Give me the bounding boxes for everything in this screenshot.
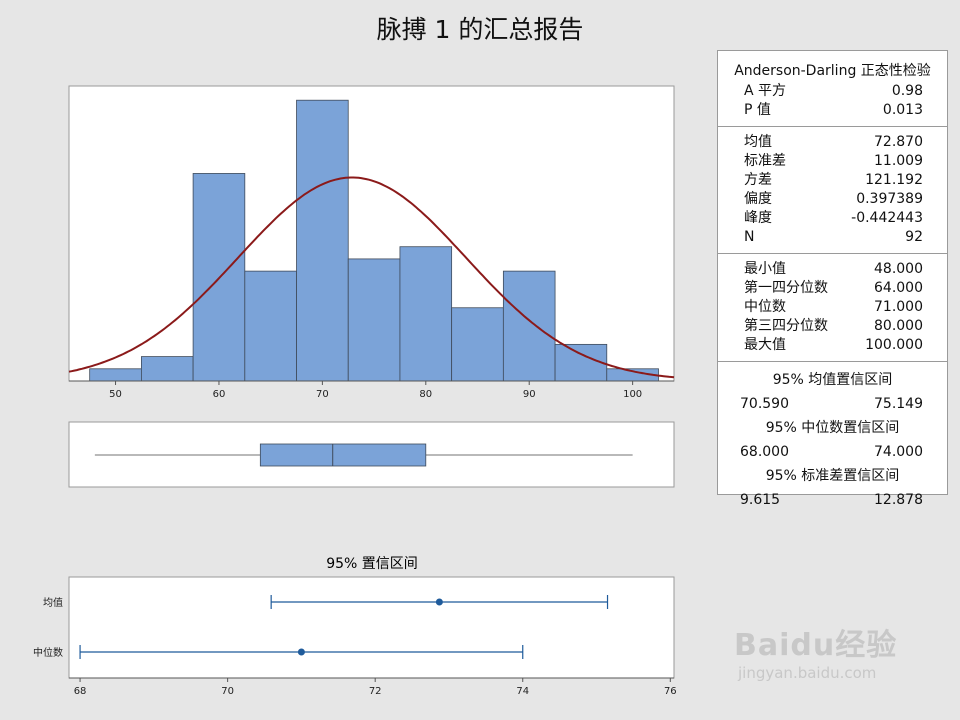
ci-median-title: 95% 中位数置信区间 bbox=[765, 420, 900, 436]
stat-row-median: 中位数 71.000 bbox=[718, 298, 947, 317]
x-tick-label: 90 bbox=[523, 389, 536, 400]
x-tick-label: 70 bbox=[221, 686, 234, 697]
x-tick-label: 70 bbox=[316, 389, 329, 400]
stat-value: 0.013 bbox=[882, 102, 923, 118]
stat-row-q3: 第三四分位数 80.000 bbox=[718, 317, 947, 336]
stat-value: 11.009 bbox=[874, 153, 923, 169]
x-tick-label: 76 bbox=[664, 686, 677, 697]
ci-lower: 68.000 bbox=[740, 444, 789, 460]
x-tick-label: 68 bbox=[74, 686, 87, 697]
stat-value: 64.000 bbox=[874, 280, 923, 296]
stat-row-q1: 第一四分位数 64.000 bbox=[718, 279, 947, 298]
stat-value: 71.000 bbox=[874, 299, 923, 315]
stat-value: 48.000 bbox=[874, 261, 923, 277]
stat-label: 标准差 bbox=[744, 153, 786, 169]
stats-panel: Anderson-Darling 正态性检验 A 平方 0.98 P 值 0.0… bbox=[717, 50, 948, 508]
histogram-bar bbox=[140, 356, 194, 382]
ci-row-label: 中位数 bbox=[33, 646, 63, 659]
histogram-bar bbox=[89, 368, 142, 382]
stat-label: 均值 bbox=[744, 134, 772, 150]
stat-value: 80.000 bbox=[874, 318, 923, 334]
histogram-bar bbox=[296, 99, 349, 382]
stat-value: 0.98 bbox=[891, 83, 923, 99]
ci-row-label: 均值 bbox=[43, 596, 63, 609]
watermark-url: jingyan.baidu.com bbox=[738, 664, 877, 682]
stat-label: 偏度 bbox=[744, 191, 772, 207]
x-tick-label: 100 bbox=[623, 389, 642, 400]
ci-chart: 95% 置信区间 均值中位数 68 70 72 74 76 bbox=[33, 556, 677, 697]
histogram-bar bbox=[502, 270, 556, 382]
divider bbox=[718, 361, 947, 362]
baidu-watermark: Baidu经验 jingyan.baidu.com bbox=[734, 620, 914, 682]
stat-row-a-squared: A 平方 0.98 bbox=[718, 82, 947, 101]
stat-label: 中位数 bbox=[744, 299, 786, 315]
histogram-bar bbox=[451, 307, 504, 382]
ci-upper: 75.149 bbox=[874, 396, 923, 412]
histogram-bar bbox=[347, 258, 401, 382]
ci-median-values: 68.000 74.000 bbox=[718, 440, 947, 464]
stat-value: 92 bbox=[905, 229, 923, 245]
stat-value: 72.870 bbox=[874, 134, 923, 150]
histogram-bar bbox=[244, 270, 297, 382]
stat-label: 峰度 bbox=[744, 210, 772, 226]
ci-mean-values: 70.590 75.149 bbox=[718, 392, 947, 416]
stat-value: -0.442443 bbox=[851, 210, 923, 226]
ci-mean-title: 95% 均值置信区间 bbox=[772, 372, 893, 388]
histogram-bar bbox=[554, 343, 608, 382]
ci-lower: 9.615 bbox=[740, 492, 781, 508]
boxplot-chart bbox=[68, 421, 675, 488]
ci-frame bbox=[68, 576, 675, 679]
stat-row-stdev: 标准差 11.009 bbox=[718, 152, 947, 171]
boxplot-box bbox=[259, 443, 427, 467]
ci-sd-title: 95% 标准差置信区间 bbox=[765, 468, 900, 484]
stat-label: P 值 bbox=[744, 102, 771, 118]
ad-test-title: Anderson-Darling 正态性检验 bbox=[734, 63, 931, 79]
ci-lower: 70.590 bbox=[740, 396, 789, 412]
stat-row-max: 最大值 100.000 bbox=[718, 336, 947, 355]
x-tick-label: 60 bbox=[213, 389, 226, 400]
stat-value: 121.192 bbox=[865, 172, 923, 188]
stat-label: 方差 bbox=[744, 172, 772, 188]
ci-upper: 74.000 bbox=[874, 444, 923, 460]
ci-chart-title: 95% 置信区间 bbox=[326, 556, 418, 572]
stat-row-skewness: 偏度 0.397389 bbox=[718, 190, 947, 209]
ci-sd-values: 9.615 12.878 bbox=[718, 488, 947, 512]
stat-label: 最小值 bbox=[744, 261, 786, 277]
stat-row-p-value: P 值 0.013 bbox=[718, 101, 947, 120]
stat-label: 最大值 bbox=[744, 337, 786, 353]
stat-row-variance: 方差 121.192 bbox=[718, 171, 947, 190]
ci-estimate-point bbox=[435, 598, 443, 606]
ci-upper: 12.878 bbox=[874, 492, 923, 508]
stat-label: 第一四分位数 bbox=[744, 280, 828, 296]
histogram-chart: 50 60 70 80 90 100 bbox=[68, 85, 675, 400]
x-tick-label: 80 bbox=[419, 389, 432, 400]
stat-value: 100.000 bbox=[865, 337, 923, 353]
x-tick-label: 50 bbox=[109, 389, 122, 400]
stat-row-n: N 92 bbox=[718, 228, 947, 247]
stat-row-mean: 均值 72.870 bbox=[718, 133, 947, 152]
stat-label: 第三四分位数 bbox=[744, 318, 828, 334]
histogram-bar bbox=[399, 246, 453, 382]
x-tick-label: 74 bbox=[516, 686, 529, 697]
stat-label: N bbox=[744, 229, 755, 245]
ci-estimate-point bbox=[297, 648, 305, 656]
divider bbox=[718, 253, 947, 254]
stat-row-kurtosis: 峰度 -0.442443 bbox=[718, 209, 947, 228]
watermark-logo: Baidu经验 bbox=[734, 628, 898, 663]
stat-row-min: 最小值 48.000 bbox=[718, 260, 947, 279]
x-tick-label: 72 bbox=[369, 686, 382, 697]
stat-label: A 平方 bbox=[744, 83, 787, 99]
divider bbox=[718, 126, 947, 127]
stat-value: 0.397389 bbox=[856, 191, 923, 207]
